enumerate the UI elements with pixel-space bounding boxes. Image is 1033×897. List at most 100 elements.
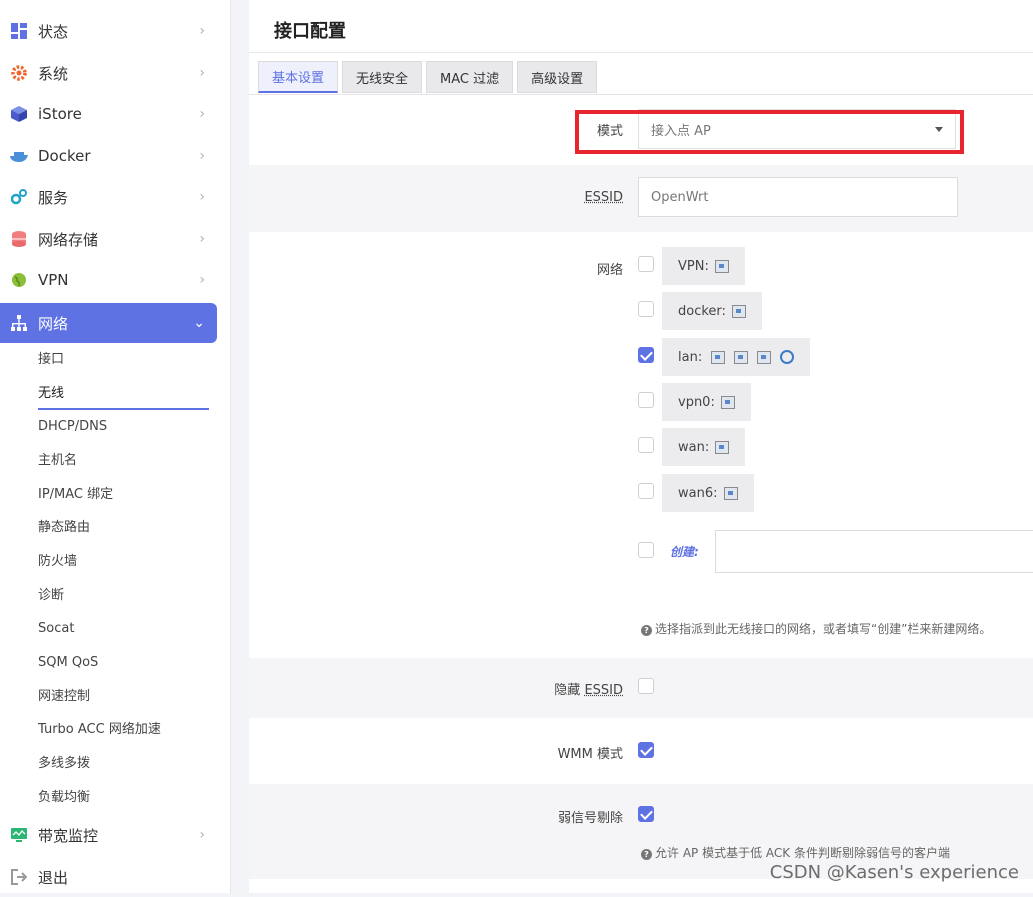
weak-signal-checkbox[interactable] xyxy=(638,806,654,822)
ethernet-port-icon xyxy=(724,487,738,500)
ethernet-port-icon xyxy=(715,260,729,273)
tab-basic-settings[interactable]: 基本设置 xyxy=(258,61,338,93)
sidebar-item-services[interactable]: 服务 › xyxy=(0,177,217,217)
create-network-input[interactable] xyxy=(715,530,1033,573)
globe-icon xyxy=(10,271,28,289)
services-icon xyxy=(10,188,28,206)
sidebar-subitem-static-routes[interactable]: 静态路由 xyxy=(38,518,90,538)
sidebar-subitem-ip-mac-binding[interactable]: IP/MAC 绑定 xyxy=(38,485,113,505)
network-option-wan6: wan6: xyxy=(662,474,754,512)
essid-input-placeholder: OpenWrt xyxy=(651,190,708,205)
help-text: 允许 AP 模式基于低 ACK 条件判断剔除弱信号的客户端 xyxy=(655,846,950,860)
tab-wireless-security[interactable]: 无线安全 xyxy=(342,61,422,93)
weak-signal-help-text: ? 允许 AP 模式基于低 ACK 条件判断剔除弱信号的客户端 xyxy=(641,844,950,861)
network-help-text: ? 选择指派到此无线接口的网络，或者填写“创建”栏来新建网络。 xyxy=(641,620,991,637)
sidebar-subitem-interfaces[interactable]: 接口 xyxy=(38,350,64,370)
logout-icon xyxy=(10,868,28,886)
highlight-annotation-box xyxy=(575,110,964,154)
sidebar-subitem-firewall[interactable]: 防火墙 xyxy=(38,552,77,572)
cube-icon xyxy=(10,105,28,123)
docker-icon xyxy=(10,147,28,165)
wmm-label: WMM 模式 xyxy=(558,743,623,762)
sidebar-subitem-load-balancing[interactable]: 负载均衡 xyxy=(38,788,90,808)
sidebar-item-logout[interactable]: 退出 xyxy=(0,857,217,897)
network-option-label: wan6: xyxy=(678,486,718,501)
chevron-right-icon: › xyxy=(199,106,205,122)
ethernet-port-icon xyxy=(715,441,729,454)
sidebar-item-label: 系统 xyxy=(38,63,68,84)
wmm-checkbox[interactable] xyxy=(638,742,654,758)
gear-icon xyxy=(10,64,28,82)
network-label: 网络 xyxy=(597,259,623,278)
hide-essid-checkbox[interactable] xyxy=(638,678,654,694)
sidebar-subitem-wireless[interactable]: 无线 xyxy=(38,384,64,404)
network-option-label: VPN: xyxy=(678,259,709,274)
chevron-right-icon: › xyxy=(199,65,205,81)
network-checkbox-vpn0[interactable] xyxy=(638,392,654,408)
sidebar-item-istore[interactable]: iStore › xyxy=(0,94,217,134)
ethernet-port-icon xyxy=(757,351,771,364)
sidebar-item-docker[interactable]: Docker › xyxy=(0,136,217,176)
divider xyxy=(249,52,1033,53)
network-checkbox-create[interactable] xyxy=(638,542,654,558)
sidebar-subitem-sqm-qos[interactable]: SQM QoS xyxy=(38,653,98,673)
hide-essid-label: 隐藏 ESSID xyxy=(554,679,623,698)
sidebar-item-vpn[interactable]: VPN › xyxy=(0,260,217,300)
question-icon: ? xyxy=(641,625,652,636)
sidebar-item-label: Docker xyxy=(38,147,91,165)
chevron-right-icon: › xyxy=(199,148,205,164)
sidebar-subitem-turbo-acc[interactable]: Turbo ACC 网络加速 xyxy=(38,720,161,740)
sidebar-item-bandwidth-monitor[interactable]: 带宽监控 › xyxy=(0,815,217,855)
sidebar-item-status[interactable]: 状态 › xyxy=(0,11,217,51)
network-checkbox-lan[interactable] xyxy=(638,347,654,363)
ethernet-port-icon xyxy=(734,351,748,364)
sidebar-subitem-dhcp-dns[interactable]: DHCP/DNS xyxy=(38,417,107,437)
chevron-right-icon: › xyxy=(199,189,205,205)
tab-mac-filter[interactable]: MAC 过滤 xyxy=(426,61,513,93)
sidebar-item-label: 退出 xyxy=(38,867,68,888)
chevron-right-icon: › xyxy=(199,231,205,247)
network-option-label: lan: xyxy=(678,350,702,365)
sidebar-subitem-hostnames[interactable]: 主机名 xyxy=(38,451,77,471)
network-option-vpn0: vpn0: xyxy=(662,383,751,421)
chevron-right-icon: › xyxy=(199,23,205,39)
network-option-label: wan: xyxy=(678,440,709,455)
page-title: 接口配置 xyxy=(274,17,346,43)
sidebar-item-network-storage[interactable]: 网络存储 › xyxy=(0,219,217,259)
essid-input[interactable]: OpenWrt xyxy=(638,177,958,217)
active-subitem-underline xyxy=(38,408,209,410)
essid-label: ESSID xyxy=(584,190,623,205)
network-checkbox-vpn[interactable] xyxy=(638,256,654,272)
network-option-vpn: VPN: xyxy=(662,247,745,285)
ethernet-port-icon xyxy=(711,351,725,364)
sidebar-item-label: 网络 xyxy=(38,313,68,334)
sidebar-item-network[interactable]: 网络 ⌄ xyxy=(0,303,217,343)
sidebar-subitem-diagnostics[interactable]: 诊断 xyxy=(38,586,64,606)
network-checkbox-wan[interactable] xyxy=(638,437,654,453)
network-checkbox-docker[interactable] xyxy=(638,301,654,317)
network-option-label: docker: xyxy=(678,304,726,319)
network-icon xyxy=(10,314,28,332)
network-option-lan: lan: xyxy=(662,338,810,376)
sidebar-subitem-speed-control[interactable]: 网速控制 xyxy=(38,687,90,707)
chevron-down-icon: ⌄ xyxy=(193,315,205,331)
sidebar: 状态 › 系统 › iStore › Docker › 服务 › 网络存储 › … xyxy=(0,0,231,893)
sidebar-item-label: 服务 xyxy=(38,187,68,208)
chevron-right-icon: › xyxy=(199,272,205,288)
sidebar-item-label: VPN xyxy=(38,271,69,289)
help-text: 选择指派到此无线接口的网络，或者填写“创建”栏来新建网络。 xyxy=(655,622,991,636)
sidebar-subitem-multiwan-dial[interactable]: 多线多拨 xyxy=(38,754,90,774)
sidebar-subitem-socat[interactable]: Socat xyxy=(38,619,74,639)
tab-bar: 基本设置 无线安全 MAC 过滤 高级设置 xyxy=(258,61,597,93)
wifi-icon xyxy=(780,350,794,364)
dashboard-icon xyxy=(10,22,28,40)
chevron-right-icon: › xyxy=(199,827,205,843)
monitor-icon xyxy=(10,826,28,844)
network-checkbox-wan6[interactable] xyxy=(638,483,654,499)
tab-advanced-settings[interactable]: 高级设置 xyxy=(517,61,597,93)
sidebar-item-system[interactable]: 系统 › xyxy=(0,53,217,93)
database-icon xyxy=(10,230,28,248)
question-icon: ? xyxy=(641,849,652,860)
sidebar-item-label: 状态 xyxy=(38,21,68,42)
main-panel: 接口配置 基本设置 无线安全 MAC 过滤 高级设置 模式 接入点 AP ESS… xyxy=(249,0,1033,893)
